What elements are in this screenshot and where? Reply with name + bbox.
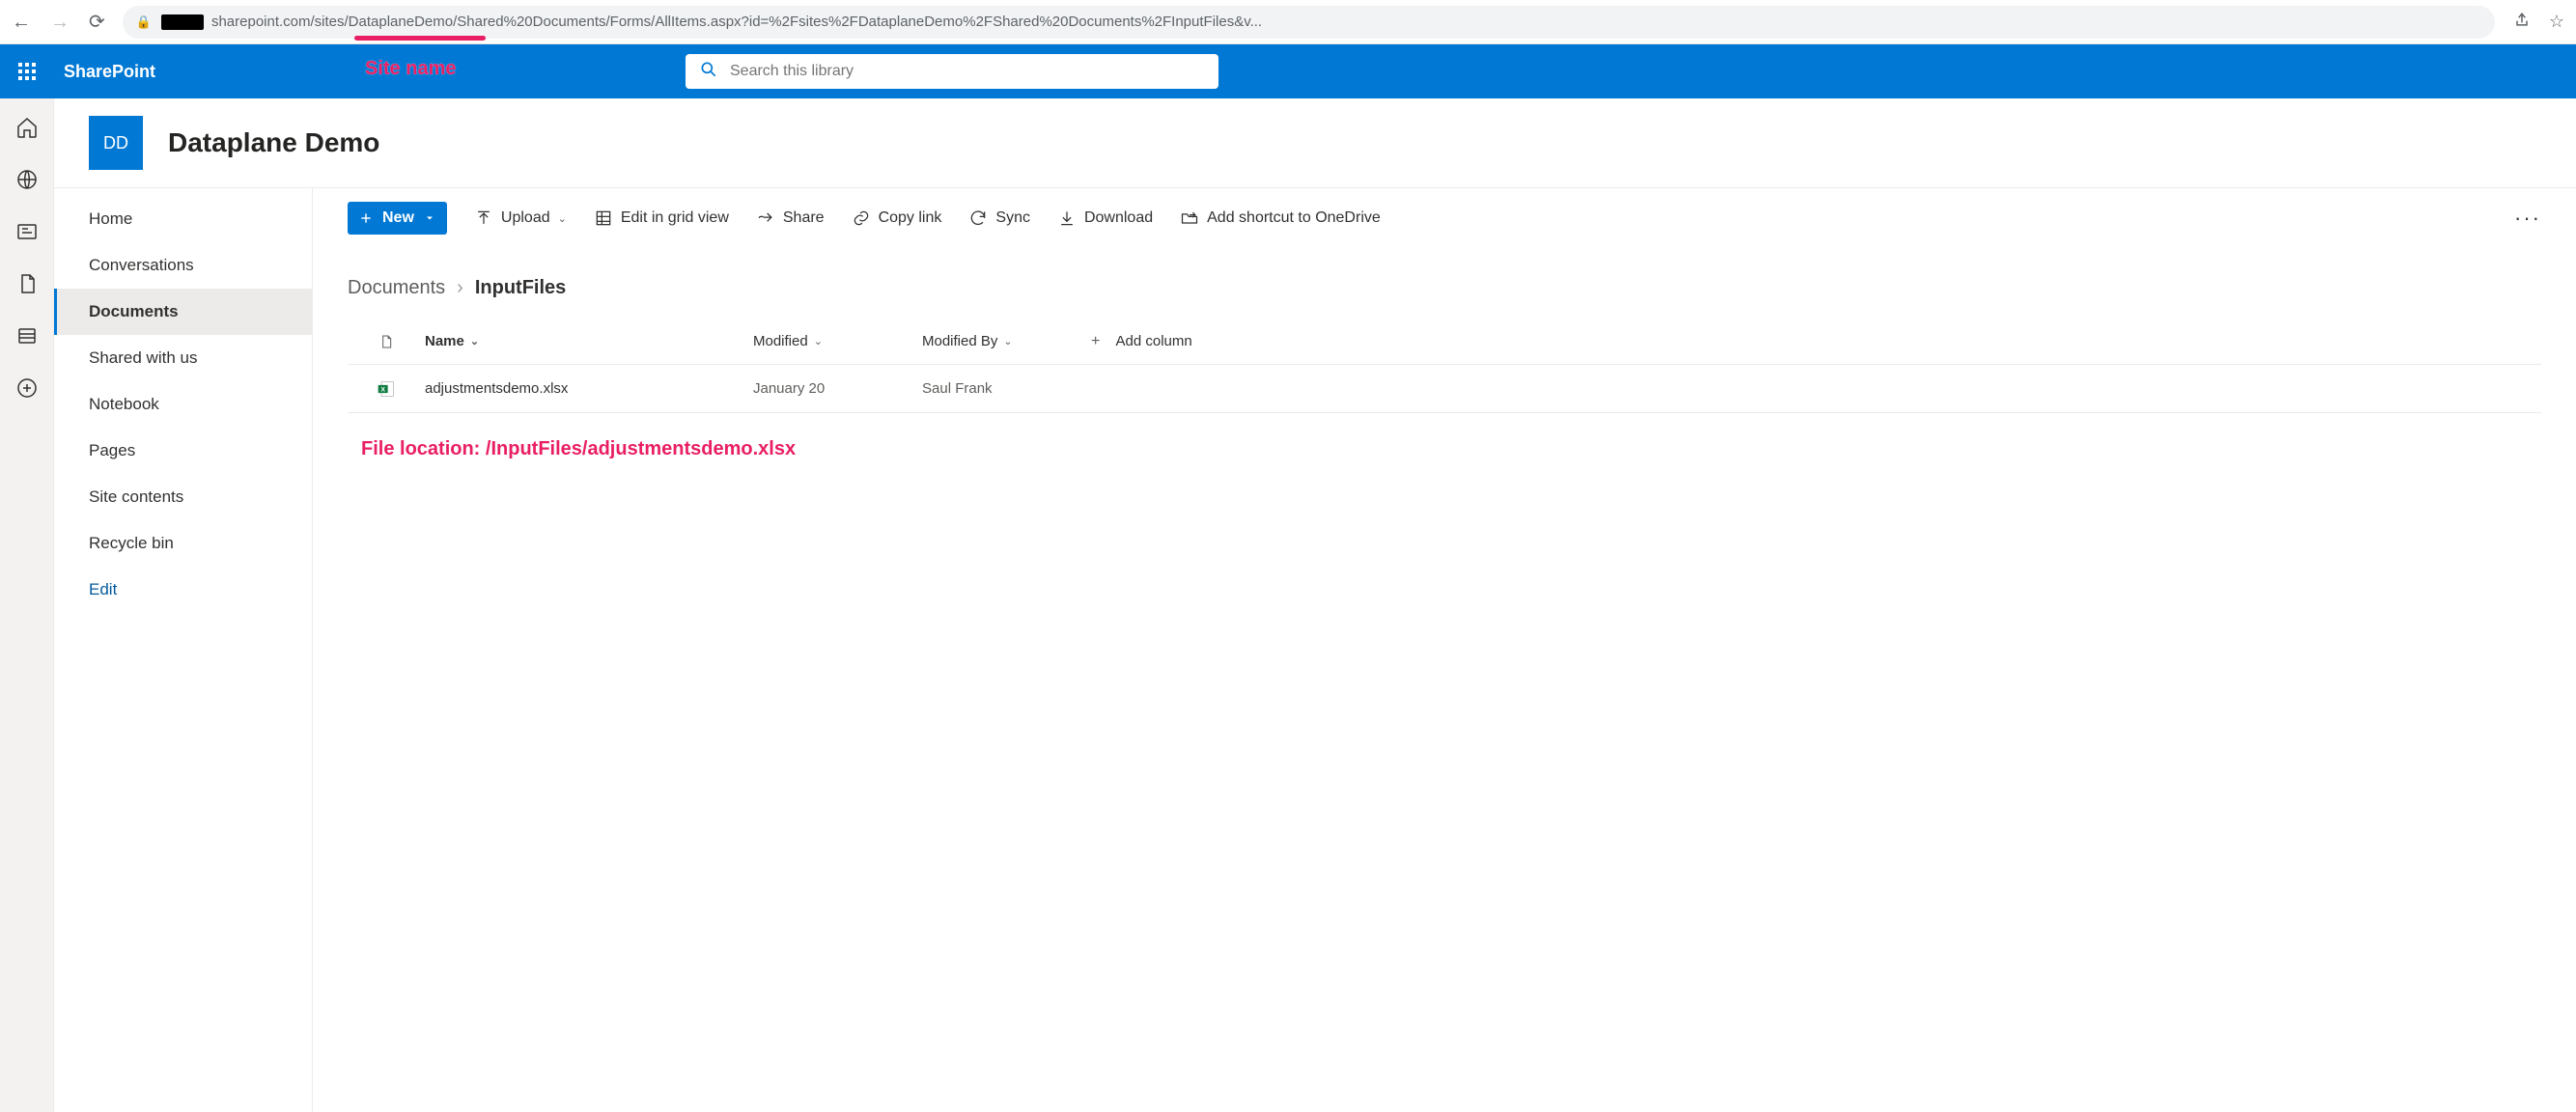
plus-icon: + — [1091, 333, 1100, 350]
file-name-cell[interactable]: adjustmentsdemo.xlsx — [425, 380, 753, 397]
sync-button[interactable]: Sync — [968, 208, 1030, 228]
command-bar: New Upload ⌄ Edit in grid view Sha — [348, 188, 2541, 248]
chevron-right-icon: › — [457, 277, 463, 299]
nav-documents[interactable]: Documents — [54, 289, 312, 335]
download-button[interactable]: Download — [1057, 208, 1153, 228]
chevron-down-icon: ⌄ — [1003, 335, 1012, 348]
table-row[interactable]: X adjustmentsdemo.xlsx January 20 Saul F… — [348, 365, 2541, 413]
nav-notebook[interactable]: Notebook — [54, 381, 312, 428]
search-input[interactable] — [730, 63, 1205, 80]
bookmark-star-icon[interactable]: ☆ — [2549, 12, 2564, 32]
create-icon[interactable] — [15, 376, 39, 400]
nav-edit[interactable]: Edit — [54, 567, 312, 613]
app-left-rail — [0, 98, 54, 1112]
nav-conversations[interactable]: Conversations — [54, 242, 312, 289]
forward-button[interactable]: → — [50, 13, 70, 32]
nav-site-contents[interactable]: Site contents — [54, 474, 312, 520]
lock-icon: 🔒 — [136, 14, 152, 30]
app-name: SharePoint — [64, 62, 155, 82]
home-icon[interactable] — [15, 116, 39, 139]
suite-header: SharePoint Site name — [0, 44, 2576, 98]
col-header-add[interactable]: + Add column — [1091, 333, 1246, 350]
main-content: New Upload ⌄ Edit in grid view Sha — [313, 188, 2576, 1112]
upload-button[interactable]: Upload ⌄ — [474, 208, 567, 228]
svg-text:X: X — [380, 386, 385, 393]
breadcrumb-root[interactable]: Documents — [348, 277, 445, 299]
files-icon[interactable] — [15, 272, 39, 295]
browser-chrome: ← → ⟳ 🔒 sharepoint.com/sites/DataplaneDe… — [0, 0, 2576, 44]
search-box[interactable] — [686, 54, 1218, 89]
col-header-name[interactable]: Name⌄ — [425, 333, 753, 349]
nav-shared-with-us[interactable]: Shared with us — [54, 335, 312, 381]
modified-cell: January 20 — [753, 380, 922, 397]
site-header: DD Dataplane Demo — [54, 98, 2576, 187]
search-icon — [699, 60, 718, 84]
chevron-down-icon: ⌄ — [470, 335, 479, 348]
site-title[interactable]: Dataplane Demo — [168, 127, 379, 158]
url-text: sharepoint.com/sites/DataplaneDemo/Share… — [211, 14, 1262, 30]
breadcrumb-current: InputFiles — [475, 277, 566, 299]
nav-recycle-bin[interactable]: Recycle bin — [54, 520, 312, 567]
globe-icon[interactable] — [15, 168, 39, 191]
breadcrumb: Documents › InputFiles — [348, 248, 2541, 319]
share-button[interactable]: Share — [756, 208, 825, 228]
news-icon[interactable] — [15, 220, 39, 243]
new-button-label: New — [382, 209, 414, 227]
edit-grid-button[interactable]: Edit in grid view — [594, 208, 729, 228]
redacted-tenant — [161, 14, 204, 30]
reload-button[interactable]: ⟳ — [89, 13, 105, 32]
modifiedby-cell: Saul Frank — [922, 380, 1091, 397]
url-highlight-annotation — [354, 36, 486, 41]
add-shortcut-button[interactable]: Add shortcut to OneDrive — [1180, 208, 1381, 228]
chevron-down-icon: ⌄ — [558, 212, 567, 225]
file-type-icon: X — [348, 378, 425, 400]
back-button[interactable]: ← — [12, 13, 31, 32]
annotation-file-location: File location: /InputFiles/adjustmentsde… — [348, 413, 2541, 460]
copy-link-button[interactable]: Copy link — [852, 208, 942, 228]
new-button[interactable]: New — [348, 202, 447, 235]
site-nav: Home Conversations Documents Shared with… — [54, 188, 313, 1112]
share-browser-icon[interactable] — [2512, 10, 2532, 34]
col-header-modified[interactable]: Modified⌄ — [753, 333, 922, 349]
annotation-site-name: Site name — [365, 58, 456, 80]
file-grid: Name⌄ Modified⌄ Modified By⌄ + Add colum… — [348, 319, 2541, 413]
col-header-type[interactable] — [348, 332, 425, 351]
app-launcher-button[interactable] — [0, 44, 54, 98]
col-header-modifiedby[interactable]: Modified By⌄ — [922, 333, 1091, 349]
grid-header-row: Name⌄ Modified⌄ Modified By⌄ + Add colum… — [348, 319, 2541, 365]
more-commands-button[interactable]: ··· — [2514, 206, 2541, 231]
lists-icon[interactable] — [15, 324, 39, 348]
chevron-down-icon: ⌄ — [814, 335, 823, 348]
site-logo[interactable]: DD — [89, 116, 143, 170]
nav-pages[interactable]: Pages — [54, 428, 312, 474]
address-bar[interactable]: 🔒 sharepoint.com/sites/DataplaneDemo/Sha… — [123, 6, 2495, 39]
nav-home[interactable]: Home — [54, 196, 312, 242]
